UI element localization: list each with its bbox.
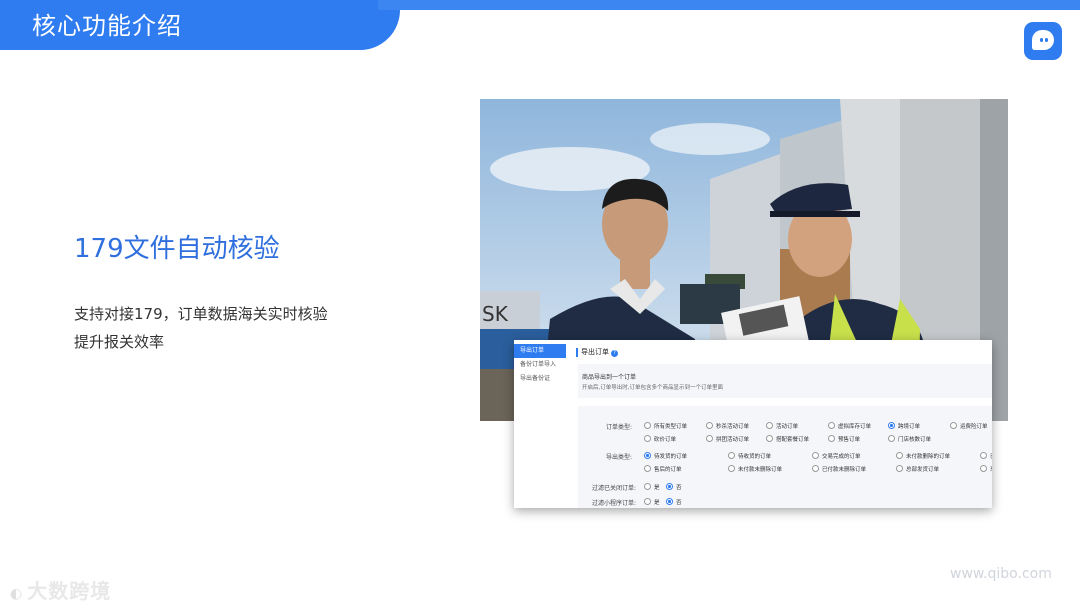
radio-export-type[interactable]: 已付款未删除订单 (812, 465, 866, 473)
radio-filter-closed-no[interactable]: 否 (666, 483, 682, 491)
section-header-tab: 核心功能介绍 (0, 0, 418, 50)
help-icon[interactable]: ? (611, 350, 618, 357)
panel-content: 导出订单? 商品导出到一个订单 开启后,订单导出时,订单包含多个商品显示到一个订… (572, 340, 992, 508)
merge-info-title: 商品导出到一个订单 (582, 374, 637, 381)
export-options-form: 订单类型: 所有类型订单 秒杀活动订单 活动订单 虚拟库存订单 跨境订单 运费险… (578, 406, 992, 508)
brand-watermark: ◐ 大数跨境 (10, 575, 111, 604)
container-label-text: SK (482, 302, 509, 326)
sidebar-item-export-orders[interactable]: 导出订单 (514, 344, 566, 358)
radio-export-type[interactable]: 未付款未删除订单 (728, 465, 782, 473)
filter-closed-label: 过滤已关闭订单: (592, 485, 637, 492)
radio-filter-mini-no[interactable]: 否 (666, 498, 682, 506)
radio-order-type[interactable]: 砍价订单 (644, 435, 676, 443)
section-title: 核心功能介绍 (32, 12, 182, 40)
radio-order-type[interactable]: 预售订单 (828, 435, 860, 443)
feature-title: 179文件自动核验 (74, 234, 280, 264)
radio-export-type[interactable]: 总部发货订单 (896, 465, 939, 473)
radio-export-type[interactable]: 售后的订单 (644, 465, 682, 473)
radio-filter-closed-yes[interactable]: 是 (644, 483, 660, 491)
brand-name: 大数跨境 (27, 579, 112, 603)
radio-order-type[interactable]: 所有类型订单 (644, 422, 687, 430)
merge-info-box: 商品导出到一个订单 开启后,订单导出时,订单包含多个商品显示到一个订单里面 (578, 364, 992, 398)
radio-order-type[interactable]: 门店核数订单 (888, 435, 931, 443)
sidebar-item-export-backup[interactable]: 导出备份证 (514, 372, 566, 386)
site-url: www.qibo.com (950, 566, 1052, 582)
export-type-label: 导出类型: (606, 454, 633, 461)
radio-order-type[interactable]: 虚拟库存订单 (828, 422, 871, 430)
radio-order-type[interactable]: 活动订单 (766, 422, 798, 430)
radio-order-type-selected[interactable]: 跨境订单 (888, 422, 920, 430)
radio-export-type-selected[interactable]: 待发货的订单 (644, 452, 687, 460)
brand-logo-icon: ◐ (10, 586, 24, 602)
radio-export-type[interactable]: 未付款删除的订单 (896, 452, 950, 460)
radio-order-type[interactable]: 运费险订单 (950, 422, 988, 430)
filter-mini-label: 过滤小程序订单: (592, 500, 637, 507)
radio-order-type[interactable]: 秒杀活动订单 (706, 422, 749, 430)
feature-description-line: 提升报关效率 (74, 333, 165, 351)
panel-title: 导出订单? (576, 348, 618, 357)
radio-order-type[interactable]: 搭配套餐订单 (766, 435, 809, 443)
radio-export-type[interactable]: 待收货的订单 (728, 452, 771, 460)
radio-export-type[interactable]: 交易完成的订单 (812, 452, 861, 460)
radio-export-type[interactable]: 来 (980, 465, 992, 473)
radio-order-type[interactable]: 拼团活动订单 (706, 435, 749, 443)
sidebar-item-backup-import[interactable]: 备份订单导入 (514, 358, 566, 372)
panel-title-text: 导出订单 (581, 348, 609, 356)
radio-filter-mini-yes[interactable]: 是 (644, 498, 660, 506)
order-type-label: 订单类型: (606, 424, 633, 431)
merge-info-desc: 开启后,订单导出时,订单包含多个商品显示到一个订单里面 (582, 385, 723, 391)
feature-description: 支持对接179，订单数据海关实时核验 提升报关效率 (74, 300, 328, 356)
panel-sidebar: 导出订单 备份订单导入 导出备份证 (514, 340, 566, 508)
radio-export-type[interactable]: 已 (980, 452, 992, 460)
feature-description-line: 支持对接179，订单数据海关实时核验 (74, 305, 328, 323)
chat-bubble-logo-icon (1024, 22, 1062, 60)
export-orders-panel: 导出订单 备份订单导入 导出备份证 导出订单? 商品导出到一个订单 开启后,订单… (514, 340, 992, 508)
